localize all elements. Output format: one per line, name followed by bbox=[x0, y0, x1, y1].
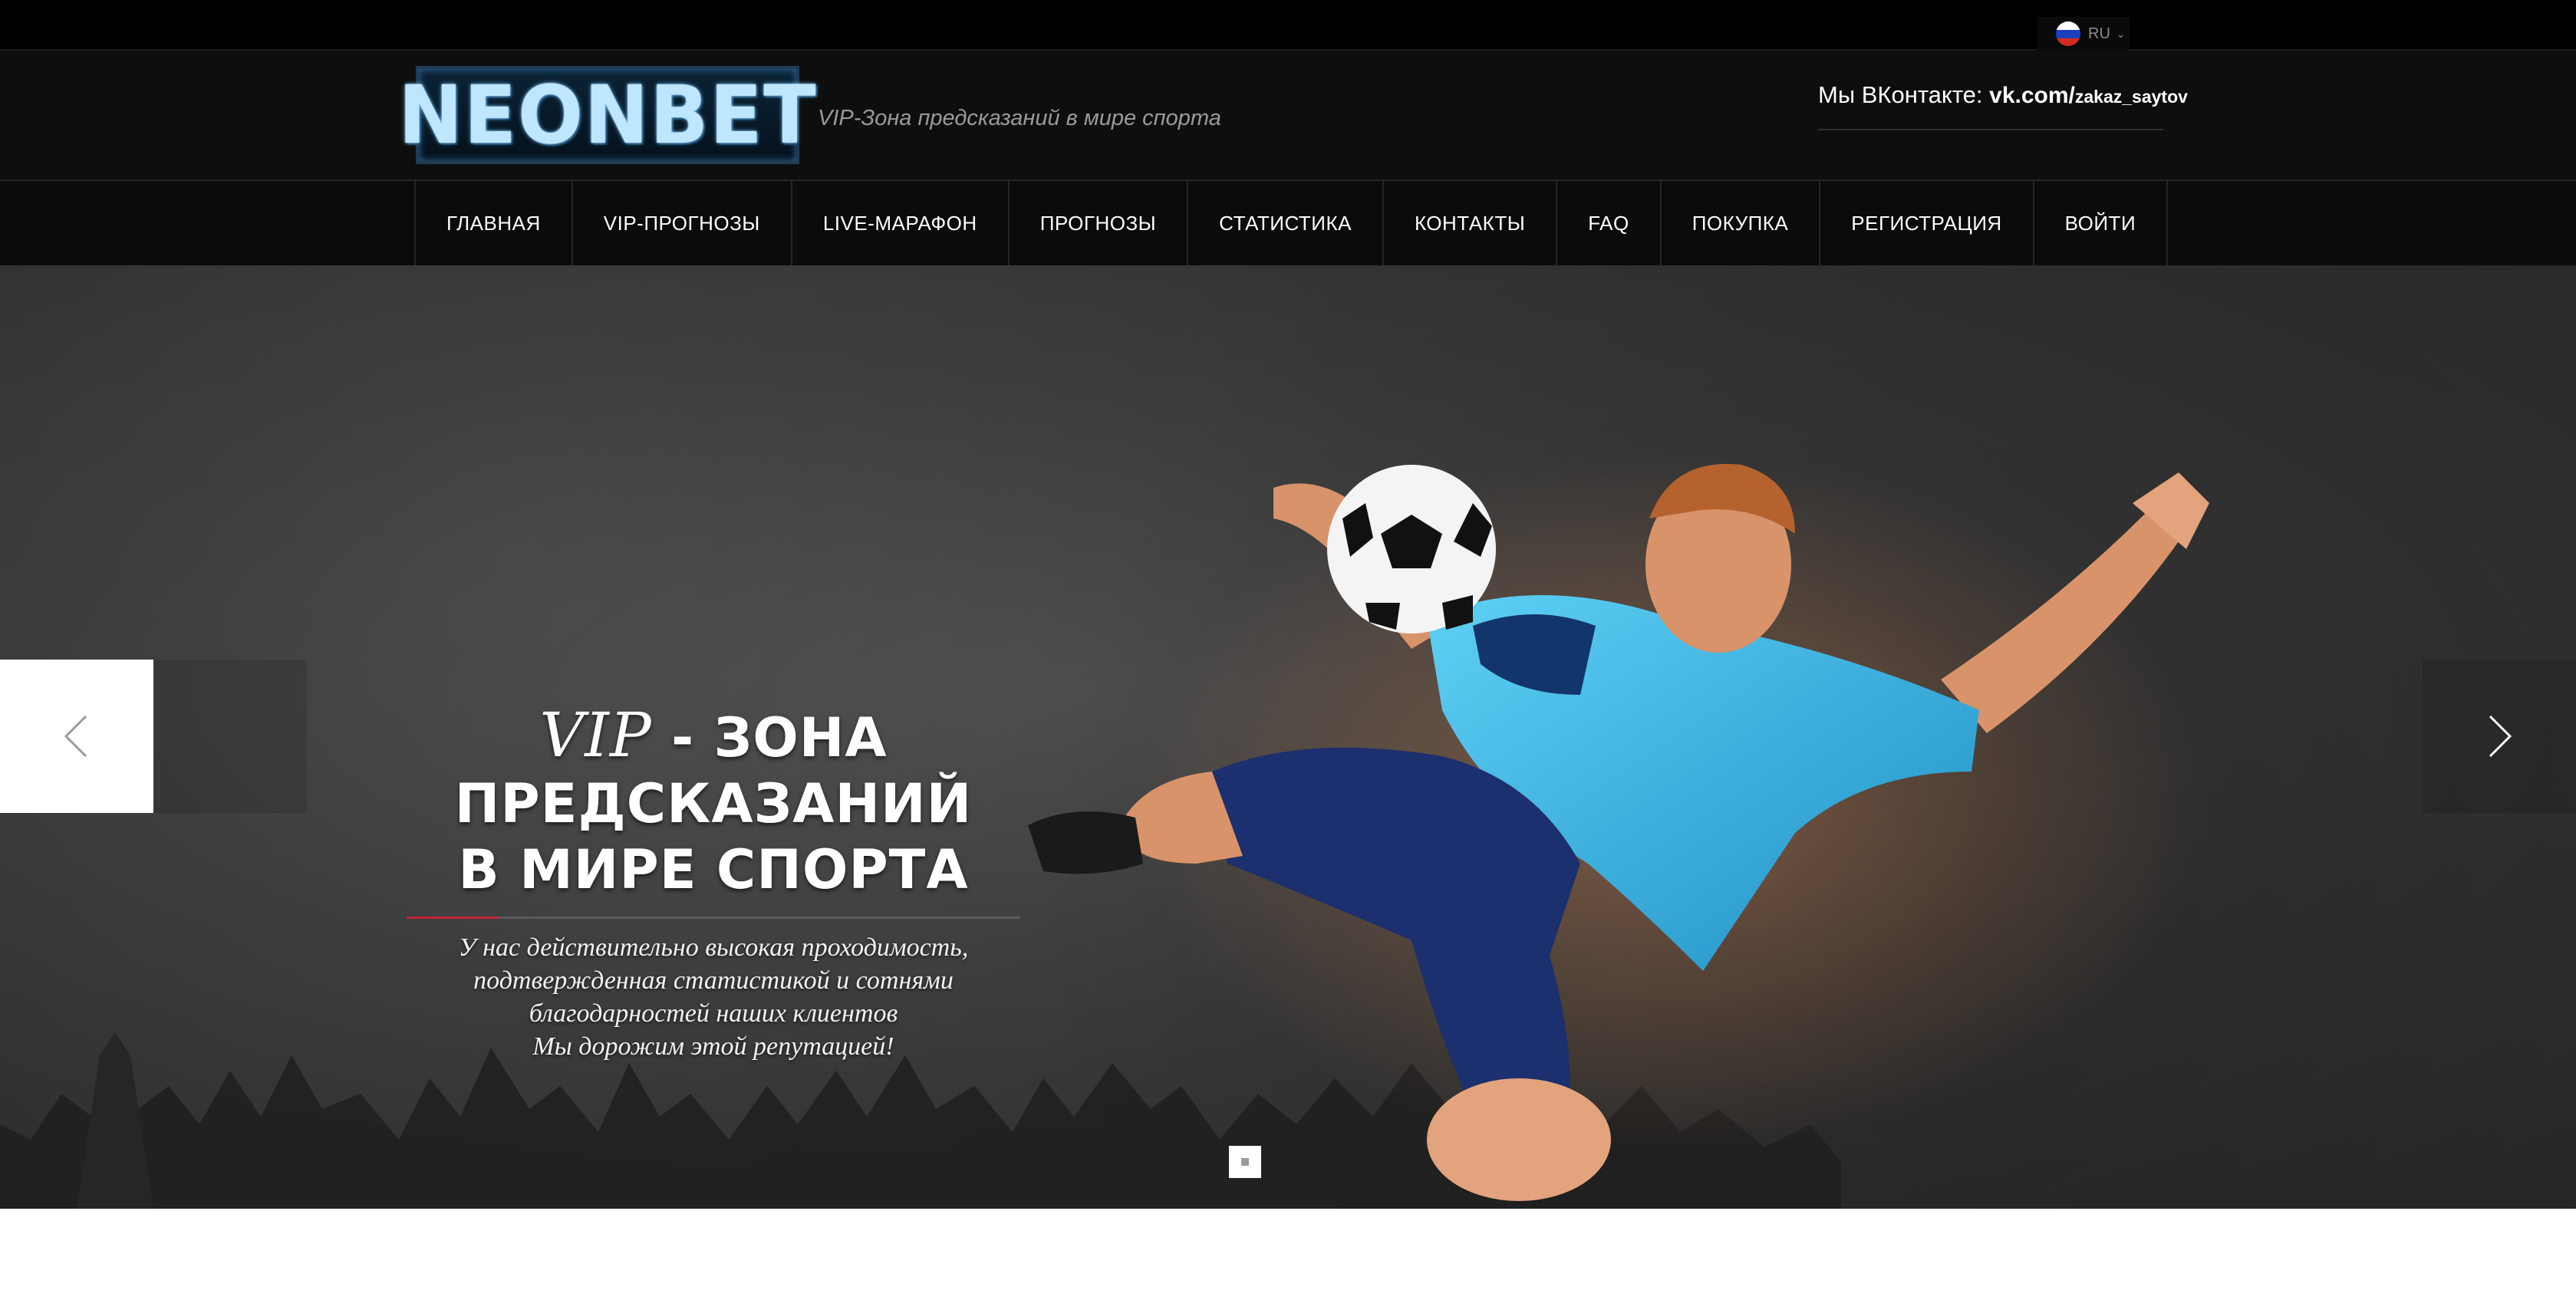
language-selector[interactable]: RU ⌄ bbox=[2037, 17, 2130, 51]
nav-item-predictions[interactable]: ПРОГНОЗЫ bbox=[1010, 181, 1189, 265]
top-bar: RU ⌄ bbox=[0, 0, 2576, 51]
slide-title-line3: В МИРЕ СПОРТА bbox=[458, 838, 969, 901]
slide-caption: VIP - ЗОНА ПРЕДСКАЗАНИЙ В МИРЕ СПОРТА У … bbox=[407, 703, 1020, 1063]
nav-item-live-marathon[interactable]: LIVE-МАРАФОН bbox=[792, 181, 1010, 265]
chevron-right-icon bbox=[2489, 715, 2512, 758]
chevron-down-icon: ⌄ bbox=[2116, 27, 2126, 40]
language-code: RU bbox=[2088, 25, 2110, 42]
vk-handle: zakaz_saytov bbox=[2074, 87, 2188, 107]
slide-title-zone: - ЗОНА bbox=[651, 706, 888, 769]
slider-prev-button[interactable] bbox=[0, 660, 153, 813]
hero-slider: VIP - ЗОНА ПРЕДСКАЗАНИЙ В МИРЕ СПОРТА У … bbox=[0, 265, 2576, 1209]
soccer-player-image bbox=[1028, 449, 2209, 1201]
chevron-left-icon bbox=[64, 715, 87, 758]
slide-title-line1: VIP - ЗОНА bbox=[407, 703, 1020, 771]
nav-item-login[interactable]: ВОЙТИ bbox=[2034, 181, 2169, 265]
slide-title: VIP - ЗОНА ПРЕДСКАЗАНИЙ В МИРЕ СПОРТА bbox=[407, 703, 1020, 903]
slide-title-line2: ПРЕДСКАЗАНИЙ bbox=[454, 772, 973, 835]
logo-text: NEONBET bbox=[397, 68, 818, 162]
dot-indicator bbox=[1241, 1158, 1249, 1166]
slide-subtitle-line: Мы дорожим этой репутацией! bbox=[532, 1032, 894, 1061]
site-tagline: VIP-Зона предсказаний в мире спорта bbox=[818, 106, 1221, 130]
nav-item-home[interactable]: ГЛАВНАЯ bbox=[416, 181, 573, 265]
slide-subtitle-line: благодарностей наших клиентов bbox=[529, 999, 898, 1028]
vk-contact: Мы ВКонтакте: vk.com/zakaz_saytov bbox=[1818, 81, 2188, 130]
site-header: NEONBET VIP-Зона предсказаний в мире спо… bbox=[0, 51, 2576, 181]
slide-subtitle-line: подтвержденная статистикой и сотнями bbox=[473, 966, 954, 995]
vk-domain: vk.com/ bbox=[1989, 83, 2075, 108]
slider-next-button[interactable] bbox=[2423, 660, 2576, 813]
slide-divider bbox=[407, 916, 1020, 919]
slide-title-vip: VIP bbox=[539, 699, 652, 771]
main-nav: ГЛАВНАЯ VIP-ПРОГНОЗЫ LIVE-МАРАФОН ПРОГНО… bbox=[0, 181, 2576, 265]
russia-flag-icon bbox=[2056, 21, 2080, 46]
vk-label: Мы ВКонтакте: bbox=[1818, 81, 1990, 108]
nav-item-faq[interactable]: FAQ bbox=[1557, 181, 1662, 265]
site-logo[interactable]: NEONBET bbox=[398, 66, 815, 164]
nav-item-contacts[interactable]: КОНТАКТЫ bbox=[1384, 181, 1558, 265]
slider-pagination-dot[interactable] bbox=[1229, 1146, 1261, 1178]
nav-list: ГЛАВНАЯ VIP-ПРОГНОЗЫ LIVE-МАРАФОН ПРОГНО… bbox=[414, 181, 2169, 265]
vk-link[interactable]: vk.com/zakaz_saytov bbox=[1989, 83, 2188, 108]
nav-item-statistics[interactable]: СТАТИСТИКА bbox=[1188, 181, 1384, 265]
nav-item-vip-predictions[interactable]: VIP-ПРОГНОЗЫ bbox=[573, 181, 792, 265]
nav-item-registration[interactable]: РЕГИСТРАЦИЯ bbox=[1820, 181, 2034, 265]
slide-subtitle: У нас действительно высокая проходимость… bbox=[407, 931, 1020, 1063]
nav-item-purchase[interactable]: ПОКУПКА bbox=[1662, 181, 1821, 265]
prev-arrow-shadow bbox=[153, 660, 307, 813]
slide-subtitle-line: У нас действительно высокая проходимость… bbox=[458, 933, 969, 962]
content-area bbox=[0, 1209, 2576, 1290]
